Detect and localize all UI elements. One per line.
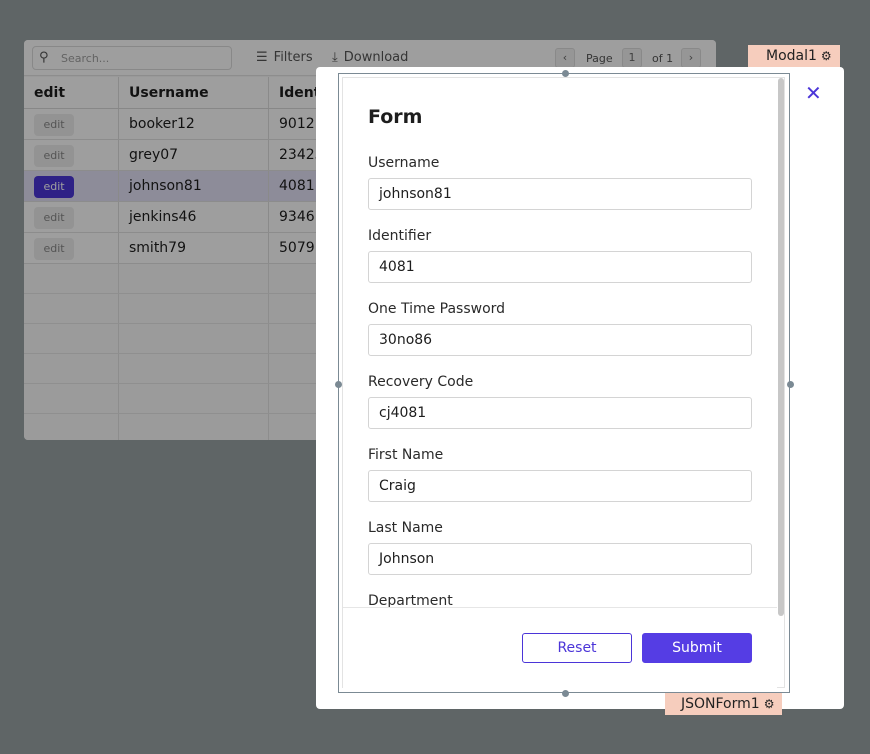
footer-divider — [343, 607, 777, 608]
modal-tag-label: Modal1 — [766, 48, 817, 64]
download-icon: ⤓ — [332, 50, 338, 65]
edit-button[interactable]: edit — [34, 238, 74, 260]
download-button[interactable]: ⤓ Download — [332, 50, 408, 65]
cell-username: johnson81 — [119, 171, 269, 201]
gear-icon[interactable]: ⚙ — [764, 697, 775, 711]
cell-username: smith79 — [119, 233, 269, 263]
username-label: Username — [368, 155, 440, 171]
download-label: Download — [343, 50, 409, 65]
column-header-username[interactable]: Username — [119, 77, 269, 108]
edit-button[interactable]: edit — [34, 145, 74, 167]
submit-button[interactable]: Submit — [642, 633, 752, 663]
one-time-password-label: One Time Password — [368, 301, 506, 317]
last-name-field[interactable]: Johnson — [368, 543, 752, 575]
username-field[interactable]: johnson81 — [368, 178, 752, 210]
chevron-left-icon: ‹ — [562, 51, 568, 64]
recovery-code-field[interactable]: cj4081 — [368, 397, 752, 429]
jsonform-widget-tag[interactable]: JSONForm1 ⚙ — [665, 693, 783, 715]
recovery-code-label: Recovery Code — [368, 374, 474, 390]
page-total: of 1 — [652, 52, 674, 65]
edit-button[interactable]: edit — [34, 176, 74, 198]
gear-icon[interactable]: ⚙ — [821, 49, 832, 63]
cell-username: jenkins46 — [119, 202, 269, 232]
first-name-label: First Name — [368, 447, 444, 463]
page-label: Page — [586, 52, 613, 65]
filters-label: Filters — [273, 50, 313, 65]
column-header-edit[interactable]: edit — [24, 77, 119, 108]
page-number-input[interactable]: 1 — [622, 48, 642, 68]
search-placeholder: Search... — [61, 52, 110, 65]
resize-handle-left[interactable] — [335, 381, 342, 388]
identifier-field[interactable]: 4081 — [368, 251, 752, 283]
form-title: Form — [368, 106, 423, 128]
filter-icon: ☰ — [256, 50, 268, 65]
scrollbar-thumb[interactable] — [778, 78, 784, 616]
search-input[interactable]: ⚲ Search... — [32, 46, 232, 70]
first-name-field[interactable]: Craig — [368, 470, 752, 502]
cell-username: booker12 — [119, 109, 269, 139]
resize-handle-bottom[interactable] — [562, 690, 569, 697]
filters-button[interactable]: ☰ Filters — [256, 50, 313, 65]
resize-handle-top[interactable] — [562, 70, 569, 77]
last-name-label: Last Name — [368, 520, 443, 536]
edit-button[interactable]: edit — [34, 114, 74, 136]
resize-handle-right[interactable] — [787, 381, 794, 388]
next-page-button[interactable]: › — [681, 48, 701, 68]
close-icon[interactable]: ✕ — [805, 83, 822, 103]
one-time-password-field[interactable]: 30no86 — [368, 324, 752, 356]
cell-username: grey07 — [119, 140, 269, 170]
edit-button[interactable]: edit — [34, 207, 74, 229]
identifier-label: Identifier — [368, 228, 432, 244]
jsonform-tag-label: JSONForm1 — [681, 696, 760, 712]
reset-button[interactable]: Reset — [522, 633, 632, 663]
prev-page-button[interactable]: ‹ — [555, 48, 575, 68]
modal-widget-tag[interactable]: Modal1 ⚙ — [748, 45, 840, 67]
chevron-right-icon: › — [688, 51, 694, 64]
search-icon: ⚲ — [39, 50, 49, 65]
